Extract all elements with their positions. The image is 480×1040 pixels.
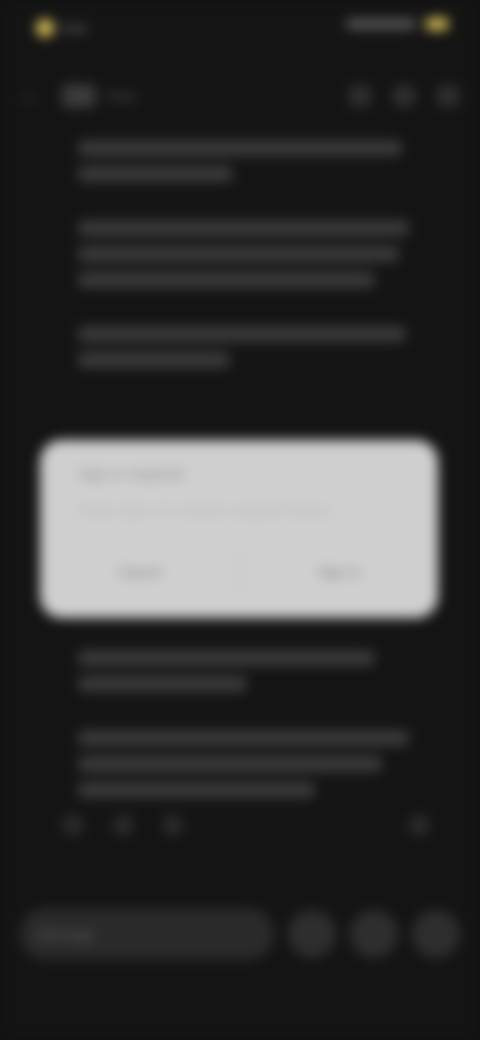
camera-dot-icon: [36, 19, 54, 37]
status-time: 9:41: [62, 20, 88, 36]
back-arrow-icon[interactable]: ←: [20, 84, 44, 108]
more-icon-1[interactable]: [348, 84, 372, 108]
dialog: Sign in required Please sign in to conti…: [40, 440, 438, 618]
dialog-buttons: Cancel Sign in: [40, 550, 438, 594]
paragraph-5: [78, 730, 416, 798]
attach-icon[interactable]: [288, 910, 336, 958]
message-content: [78, 140, 416, 406]
dialog-cancel-button[interactable]: Cancel: [40, 564, 239, 580]
logo-icon: [62, 84, 96, 108]
text-line: [78, 140, 403, 156]
message-reactions: [62, 812, 430, 838]
text-line: [78, 166, 234, 182]
paragraph-3: [78, 326, 416, 368]
text-line: [78, 782, 315, 798]
text-line: [78, 676, 247, 692]
dialog-confirm-button[interactable]: Sign in: [240, 564, 439, 580]
text-line: [78, 326, 406, 342]
text-line: [78, 272, 376, 288]
text-line: [78, 730, 410, 746]
more-icon-2[interactable]: [392, 84, 416, 108]
paragraph-1: [78, 140, 416, 182]
text-line: [78, 650, 376, 666]
text-line: [78, 220, 410, 236]
mic-icon[interactable]: [350, 910, 398, 958]
more-options-icon[interactable]: [408, 814, 430, 836]
copy-icon[interactable]: [162, 814, 184, 836]
send-icon[interactable]: [412, 910, 460, 958]
dialog-title: Sign in required: [78, 466, 184, 483]
paragraph-4: [78, 650, 416, 692]
paragraph-2: [78, 220, 416, 288]
status-bar: 9:41: [0, 0, 480, 60]
thumbs-up-icon[interactable]: [62, 814, 84, 836]
app-screen: 9:41 ← Chat Sign in required Please sign…: [0, 0, 480, 1040]
dialog-message: Please sign in to continue using this fe…: [78, 503, 333, 518]
top-bar-actions: [348, 84, 460, 108]
status-left: 9:41: [36, 18, 106, 38]
bottom-text: [78, 650, 416, 836]
composer: Message: [20, 902, 460, 966]
signal-icon: [346, 19, 416, 29]
text-line: [78, 246, 400, 262]
text-line: [78, 352, 231, 368]
top-bar-title: Chat: [106, 88, 136, 104]
battery-icon: [426, 18, 448, 30]
thumbs-down-icon[interactable]: [112, 814, 134, 836]
status-right: [346, 18, 448, 30]
more-icon-3[interactable]: [436, 84, 460, 108]
top-bar: ← Chat: [20, 74, 460, 118]
message-input[interactable]: Message: [20, 908, 274, 960]
text-line: [78, 756, 383, 772]
